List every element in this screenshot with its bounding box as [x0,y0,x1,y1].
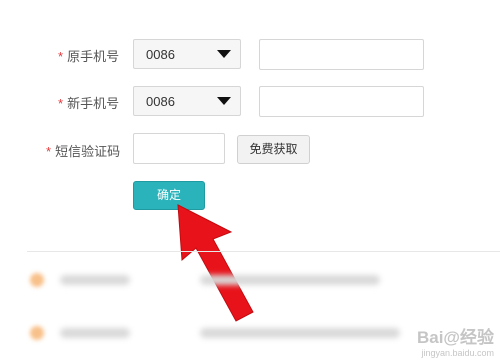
required-mark: * [58,49,64,64]
blurred-icon [30,273,44,287]
country-code-value: 0086 [146,94,175,109]
confirm-button[interactable]: 确定 [133,181,205,210]
blurred-list-item [30,271,470,295]
blurred-text [60,275,130,285]
sms-code-label: * 短信验证码 [46,144,121,159]
old-phone-input[interactable] [259,39,424,70]
blurred-list-item [30,324,470,348]
blurred-icon [30,326,44,340]
required-mark: * [58,96,64,111]
watermark: Bai@经验 jingyan.baidu.com [416,328,494,358]
chevron-down-icon [217,50,231,58]
blurred-text [60,328,130,338]
blurred-text [200,328,400,338]
new-phone-label: * 新手机号 [58,96,120,111]
blurred-text [200,275,380,285]
new-phone-input[interactable] [259,86,424,117]
required-mark: * [46,144,52,159]
old-phone-label: * 原手机号 [58,49,120,64]
country-code-value: 0086 [146,47,175,62]
get-code-button[interactable]: 免费获取 [237,135,310,164]
chevron-down-icon [217,97,231,105]
old-phone-country-select[interactable]: 0086 [133,39,241,69]
section-divider [27,251,500,252]
sms-code-input[interactable] [133,133,225,164]
new-phone-country-select[interactable]: 0086 [133,86,241,116]
arrow-shape [177,204,254,322]
